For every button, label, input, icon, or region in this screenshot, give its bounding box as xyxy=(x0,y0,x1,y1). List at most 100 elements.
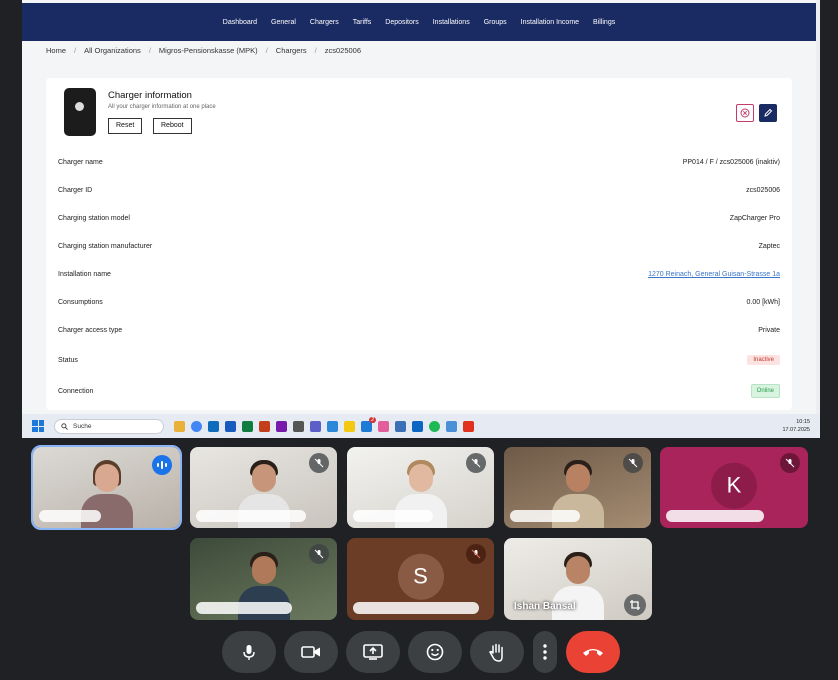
row-installation: Installation name 1270 Reinach, General … xyxy=(58,260,780,288)
app-icon[interactable] xyxy=(395,420,406,432)
spotify-icon[interactable] xyxy=(429,420,440,432)
end-call-icon xyxy=(583,649,603,656)
charger-info-card: Charger information All your charger inf… xyxy=(46,78,792,410)
taskbar-search[interactable]: Suche xyxy=(54,418,164,434)
nav-dashboard[interactable]: Dashboard xyxy=(223,19,257,26)
breadcrumb-chargers[interactable]: Chargers xyxy=(276,46,307,55)
breadcrumb-organization[interactable]: Migros-Pensionskasse (MPK) xyxy=(159,46,258,55)
charger-image xyxy=(64,88,96,136)
row-label: Charging station manufacturer xyxy=(58,242,153,250)
nav-billings[interactable]: Billings xyxy=(593,19,615,26)
mic-off-icon xyxy=(309,453,329,473)
participant-tile[interactable]: K xyxy=(660,447,808,528)
reset-button[interactable]: Reset xyxy=(108,118,143,134)
powerpoint-icon[interactable] xyxy=(259,420,270,432)
breadcrumb-separator: / xyxy=(265,46,268,55)
mail-badge: 2 xyxy=(369,416,376,423)
row-value: Zaptec xyxy=(758,242,780,250)
participant-name xyxy=(666,510,764,522)
word-icon[interactable] xyxy=(225,420,236,432)
nav-chargers[interactable]: Chargers xyxy=(310,19,339,26)
leave-call-button[interactable] xyxy=(566,631,620,673)
acrobat-icon[interactable] xyxy=(463,420,474,432)
participant-name xyxy=(353,510,433,522)
deactivate-button[interactable] xyxy=(736,104,754,122)
nav-installation-income[interactable]: Installation Income xyxy=(521,19,579,26)
row-connection: Connection Online xyxy=(58,377,780,405)
crop-icon[interactable] xyxy=(624,594,646,616)
app-icon[interactable] xyxy=(446,420,457,432)
row-label: Consumptions xyxy=(58,298,103,306)
emoji-icon xyxy=(426,643,444,661)
participant-name xyxy=(510,510,580,522)
row-label: Charger access type xyxy=(58,326,123,334)
more-vert-icon xyxy=(543,644,547,660)
breadcrumb-home[interactable]: Home xyxy=(46,46,66,55)
close-circle-icon xyxy=(740,108,750,118)
mail-icon[interactable]: 2 xyxy=(361,416,376,432)
mic-button[interactable] xyxy=(222,631,276,673)
teams-icon[interactable] xyxy=(310,420,321,432)
nav-general[interactable]: General xyxy=(271,19,296,26)
camera-icon xyxy=(301,646,320,658)
nav-depositors[interactable]: Depositors xyxy=(385,19,418,26)
nav-groups[interactable]: Groups xyxy=(484,19,507,26)
edit-button[interactable] xyxy=(759,104,777,122)
onenote-icon[interactable] xyxy=(276,420,287,432)
participant-name xyxy=(39,510,101,522)
row-label: Charger name xyxy=(58,158,103,166)
row-manufacturer: Charging station manufacturer Zaptec xyxy=(58,232,780,260)
page-scrollbar[interactable] xyxy=(816,0,820,414)
participant-tile[interactable] xyxy=(190,447,337,528)
installation-link[interactable]: 1270 Reinach, General Guisan-Strasse 1a xyxy=(648,271,780,278)
participant-tile[interactable]: S xyxy=(347,538,494,620)
breadcrumb-all-organizations[interactable]: All Organizations xyxy=(84,46,141,55)
camera-button[interactable] xyxy=(284,631,338,673)
row-value: zcs025006 xyxy=(746,186,780,194)
breadcrumb-separator: / xyxy=(314,46,317,55)
reboot-button[interactable]: Reboot xyxy=(153,118,192,134)
more-options-button[interactable] xyxy=(533,631,557,673)
raise-hand-button[interactable] xyxy=(470,631,524,673)
participant-name xyxy=(196,510,306,522)
participant-tile[interactable] xyxy=(190,538,337,620)
taskbar-clock[interactable]: 10:15 17.07.2025 xyxy=(782,418,810,434)
participant-name: Ishan Bansal xyxy=(514,601,576,612)
row-value: PP014 / F / zcs025006 (inaktiv) xyxy=(682,158,780,166)
participant-tile[interactable] xyxy=(504,447,651,528)
breadcrumb: Home / All Organizations / Migros-Pensio… xyxy=(46,46,361,55)
card-title: Charger information xyxy=(108,90,192,101)
meet-window: Dashboard General Chargers Tariffs Depos… xyxy=(0,0,838,680)
chrome-icon[interactable] xyxy=(191,420,202,432)
outlook-icon[interactable] xyxy=(208,420,219,432)
mic-off-icon xyxy=(780,453,800,473)
participant-tile-self[interactable]: Ishan Bansal xyxy=(504,538,652,620)
participant-tile[interactable] xyxy=(31,445,182,530)
nav-tariffs[interactable]: Tariffs xyxy=(353,19,372,26)
taskbar-apps: 2 xyxy=(174,416,474,432)
app-icon[interactable] xyxy=(344,420,355,432)
app-icon[interactable] xyxy=(293,420,304,432)
connection-badge: Online xyxy=(750,384,780,398)
nav-installations[interactable]: Installations xyxy=(433,19,470,26)
search-placeholder: Suche xyxy=(73,422,92,430)
emoji-button[interactable] xyxy=(408,631,462,673)
windows-start-icon[interactable] xyxy=(32,420,44,432)
present-button[interactable] xyxy=(346,631,400,673)
raise-hand-icon xyxy=(489,643,503,662)
row-status: Status Inactive xyxy=(58,346,780,374)
row-value: 0.00 [kWh] xyxy=(746,298,780,306)
windows-taskbar: Suche 2 10:15 17.07.2025 xyxy=(22,414,820,438)
clock-date: 17.07.2025 xyxy=(782,427,810,433)
app-icon[interactable] xyxy=(327,420,338,432)
breadcrumb-separator: / xyxy=(74,46,77,55)
participant-tile[interactable] xyxy=(347,447,494,528)
row-label: Connection xyxy=(58,387,94,395)
row-label: Charger ID xyxy=(58,186,93,194)
excel-icon[interactable] xyxy=(242,420,253,432)
linkedin-icon[interactable] xyxy=(412,420,423,432)
row-consumptions: Consumptions 0.00 [kWh] xyxy=(58,288,780,316)
file-explorer-icon[interactable] xyxy=(174,420,185,432)
mic-off-icon xyxy=(466,453,486,473)
app-icon[interactable] xyxy=(378,420,389,432)
